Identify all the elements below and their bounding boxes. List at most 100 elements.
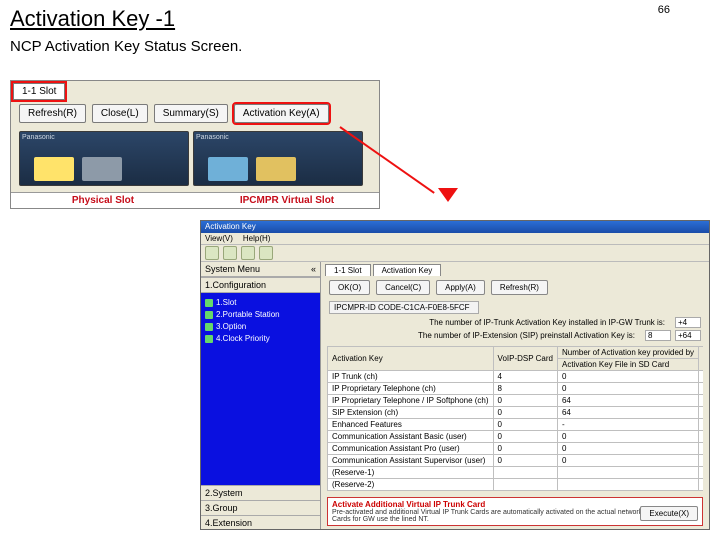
cell: Enhanced Features xyxy=(328,419,494,431)
tree-item-portable-station[interactable]: 2.Portable Station xyxy=(205,309,316,321)
cell: 0 xyxy=(557,455,698,467)
toolbar-icon[interactable] xyxy=(223,246,237,260)
refresh-button[interactable]: Refresh(R) xyxy=(491,280,548,295)
slot-view-panel: 1-1 Slot Refresh(R) Close(L) Summary(S) … xyxy=(10,80,380,209)
physical-slot-card[interactable]: Panasonic xyxy=(19,131,189,186)
brand-label: Panasonic xyxy=(22,134,55,141)
cell: 4 xyxy=(493,371,557,383)
sidebar-group-extension[interactable]: 4.Extension xyxy=(201,515,320,530)
physical-slot-label: Physical Slot xyxy=(11,193,195,208)
toolbar-icon[interactable] xyxy=(205,246,219,260)
cell: 0 xyxy=(699,443,703,455)
slot-visual-area: Panasonic Panasonic xyxy=(11,127,379,192)
sidebar-tree: 1.Slot 2.Portable Station 3.Option 4.Clo… xyxy=(201,293,320,485)
menu-bar: View(V) Help(H) xyxy=(201,233,709,245)
toolbar-icon[interactable] xyxy=(241,246,255,260)
cell: 0 xyxy=(557,431,698,443)
window-titlebar: Activation Key xyxy=(201,221,709,233)
cell: 0 xyxy=(493,407,557,419)
activation-key-table: Activation Key VoIP-DSP Card Number of A… xyxy=(327,346,703,491)
table-row[interactable]: SIP Extension (ch)06464 xyxy=(328,407,704,419)
cell: 64 xyxy=(699,407,703,419)
slot-label-row: Physical Slot IPCMPR Virtual Slot xyxy=(11,192,379,208)
virtual-slot-card[interactable]: Panasonic xyxy=(193,131,363,186)
brand-label: Panasonic xyxy=(196,134,229,141)
cell: 0 xyxy=(493,431,557,443)
cell: IP Proprietary Telephone / IP Softphone … xyxy=(328,395,494,407)
col-sd-card: Activation Key File in SD Card xyxy=(557,359,698,371)
tree-item-slot[interactable]: 1.Slot xyxy=(205,297,316,309)
slot-unit-icon xyxy=(208,157,248,181)
activate-virtual-trunk-box: Activate Additional Virtual IP Trunk Car… xyxy=(327,497,703,526)
col-voip-dsp: VoIP-DSP Card xyxy=(493,347,557,371)
toolbar-icon[interactable] xyxy=(259,246,273,260)
info-label: The number of IP-Trunk Activation Key in… xyxy=(329,318,671,327)
sidebar-bottom-groups: 2.System 3.Group 4.Extension xyxy=(201,485,320,530)
cell xyxy=(493,479,557,491)
activation-key-window: Activation Key View(V) Help(H) System Me… xyxy=(200,220,710,530)
menu-view[interactable]: View(V) xyxy=(205,234,233,243)
collapse-icon[interactable]: « xyxy=(311,264,316,274)
table-row[interactable]: Communication Assistant Supervisor (user… xyxy=(328,455,704,467)
cell: 0 xyxy=(557,383,698,395)
cell: 0 xyxy=(557,443,698,455)
cancel-button[interactable]: Cancel(C) xyxy=(376,280,430,295)
info-value: 8 xyxy=(645,330,671,341)
col-provided-by: Number of Activation key provided by xyxy=(557,347,698,359)
menu-help[interactable]: Help(H) xyxy=(243,234,271,243)
cell: IP Proprietary Telephone (ch) xyxy=(328,383,494,395)
tab-activation-key[interactable]: Activation Key xyxy=(373,264,442,276)
sidebar-group-group[interactable]: 3.Group xyxy=(201,500,320,515)
cell: 0 xyxy=(493,443,557,455)
cell: Communication Assistant Pro (user) xyxy=(328,443,494,455)
cell: IP Trunk (ch) xyxy=(328,371,494,383)
tree-item-option[interactable]: 3.Option xyxy=(205,321,316,333)
cell: 0 xyxy=(557,371,698,383)
info-value: +64 xyxy=(675,330,701,341)
cell: 0 xyxy=(699,431,703,443)
sidebar-header: System Menu « xyxy=(201,262,320,277)
cell: - xyxy=(699,419,703,431)
table-row[interactable]: IP Trunk (ch)404 xyxy=(328,371,704,383)
refresh-button[interactable]: Refresh(R) xyxy=(19,104,86,123)
cell: 0 xyxy=(699,455,703,467)
table-row[interactable]: IP Proprietary Telephone (ch)808 xyxy=(328,383,704,395)
col-activation-key: Activation Key xyxy=(328,347,494,371)
table-row[interactable]: IP Proprietary Telephone / IP Softphone … xyxy=(328,395,704,407)
apply-button[interactable]: Apply(A) xyxy=(436,280,485,295)
tab-slot[interactable]: 1-1 Slot xyxy=(325,264,371,276)
sidebar-group-configuration[interactable]: 1.Configuration xyxy=(201,277,320,293)
cell: 64 xyxy=(557,407,698,419)
sidebar-header-label: System Menu xyxy=(205,264,260,274)
table-row[interactable]: (Reserve-1) xyxy=(328,467,704,479)
execute-button[interactable]: Execute(X) xyxy=(640,506,698,521)
cell: (Reserve-1) xyxy=(328,467,494,479)
table-row[interactable]: Communication Assistant Pro (user)000 xyxy=(328,443,704,455)
cell: 64 xyxy=(557,395,698,407)
activation-key-button[interactable]: Activation Key(A) xyxy=(234,104,329,123)
slot-button-row: Refresh(R) Close(L) Summary(S) Activatio… xyxy=(11,102,379,127)
content-area: 1-1 Slot Activation Key OK(O) Cancel(C) … xyxy=(321,262,709,530)
cell xyxy=(699,467,703,479)
system-menu-sidebar: System Menu « 1.Configuration 1.Slot 2.P… xyxy=(201,262,321,530)
summary-button[interactable]: Summary(S) xyxy=(154,104,228,123)
cell: 4 xyxy=(699,371,703,383)
cell: 0 xyxy=(493,419,557,431)
page-number: 66 xyxy=(658,4,670,16)
cell: (Reserve-2) xyxy=(328,479,494,491)
tab-slot[interactable]: 1-1 Slot xyxy=(13,83,65,100)
info-iptrunk-key-count: The number of IP-Trunk Activation Key in… xyxy=(321,316,709,329)
cell: Communication Assistant Basic (user) xyxy=(328,431,494,443)
cell: 64 xyxy=(699,395,703,407)
table-row[interactable]: Enhanced Features0-- xyxy=(328,419,704,431)
sidebar-group-system[interactable]: 2.System xyxy=(201,485,320,500)
cell: 0 xyxy=(493,455,557,467)
close-button[interactable]: Close(L) xyxy=(92,104,148,123)
table-row[interactable]: (Reserve-2) xyxy=(328,479,704,491)
cell: SIP Extension (ch) xyxy=(328,407,494,419)
table-row[interactable]: Communication Assistant Basic (user)000 xyxy=(328,431,704,443)
ok-button[interactable]: OK(O) xyxy=(329,280,370,295)
tree-item-clock-priority[interactable]: 4.Clock Priority xyxy=(205,333,316,345)
page-subtitle: NCP Activation Key Status Screen. xyxy=(0,34,720,65)
action-button-row: OK(O) Cancel(C) Apply(A) Refresh(R) xyxy=(321,276,709,299)
